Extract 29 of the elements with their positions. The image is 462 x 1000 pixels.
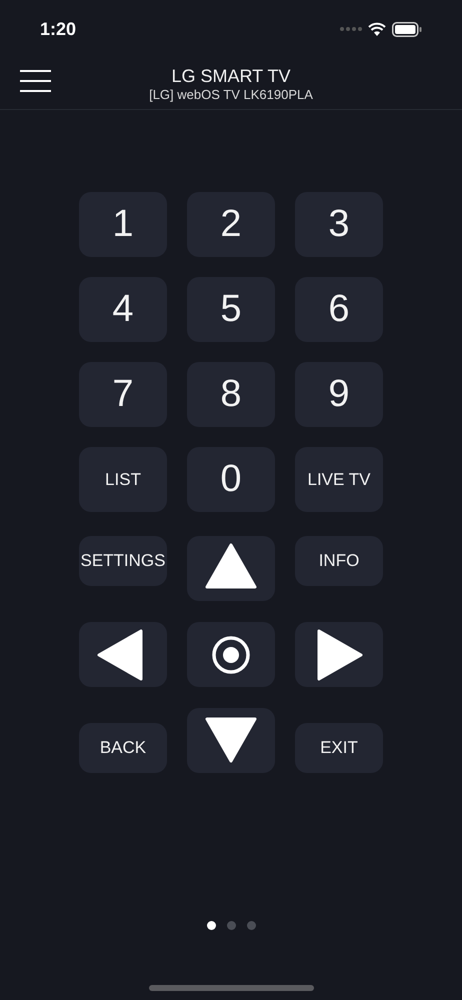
- number-key[interactable]: 6: [295, 277, 383, 342]
- down-arrow-button[interactable]: [187, 708, 275, 773]
- left-arrow-button[interactable]: [79, 622, 167, 687]
- remote-key[interactable]: LIVE TV: [295, 447, 383, 512]
- number-key[interactable]: 5: [187, 277, 275, 342]
- battery-icon: [392, 22, 422, 36]
- number-key[interactable]: 9: [295, 362, 383, 427]
- wifi-icon: [368, 22, 386, 36]
- menu-button[interactable]: [20, 69, 51, 93]
- ok-button[interactable]: [187, 622, 275, 687]
- header-title: LG SMART TV: [171, 64, 291, 86]
- remote-key[interactable]: SETTINGS: [79, 536, 167, 586]
- number-key[interactable]: 3: [295, 192, 383, 257]
- number-key[interactable]: 4: [79, 277, 167, 342]
- remote-key[interactable]: LIST: [79, 447, 167, 512]
- number-key[interactable]: 8: [187, 362, 275, 427]
- number-key[interactable]: 2: [187, 192, 275, 257]
- number-key[interactable]: 1: [79, 192, 167, 257]
- clock-time: 1:20: [40, 18, 76, 40]
- number-key[interactable]: 7: [79, 362, 167, 427]
- right-arrow-button[interactable]: [295, 622, 383, 687]
- up-arrow-button[interactable]: [187, 536, 275, 601]
- ok-circle-icon: [211, 634, 251, 674]
- number-key[interactable]: 0: [187, 447, 275, 512]
- remote-key[interactable]: INFO: [295, 536, 383, 586]
- remote-key[interactable]: BACK: [79, 723, 167, 773]
- header-subtitle: [LG] webOS TV LK6190PLA: [149, 86, 313, 102]
- remote-key[interactable]: EXIT: [295, 723, 383, 773]
- signal-dots-icon: [340, 27, 362, 31]
